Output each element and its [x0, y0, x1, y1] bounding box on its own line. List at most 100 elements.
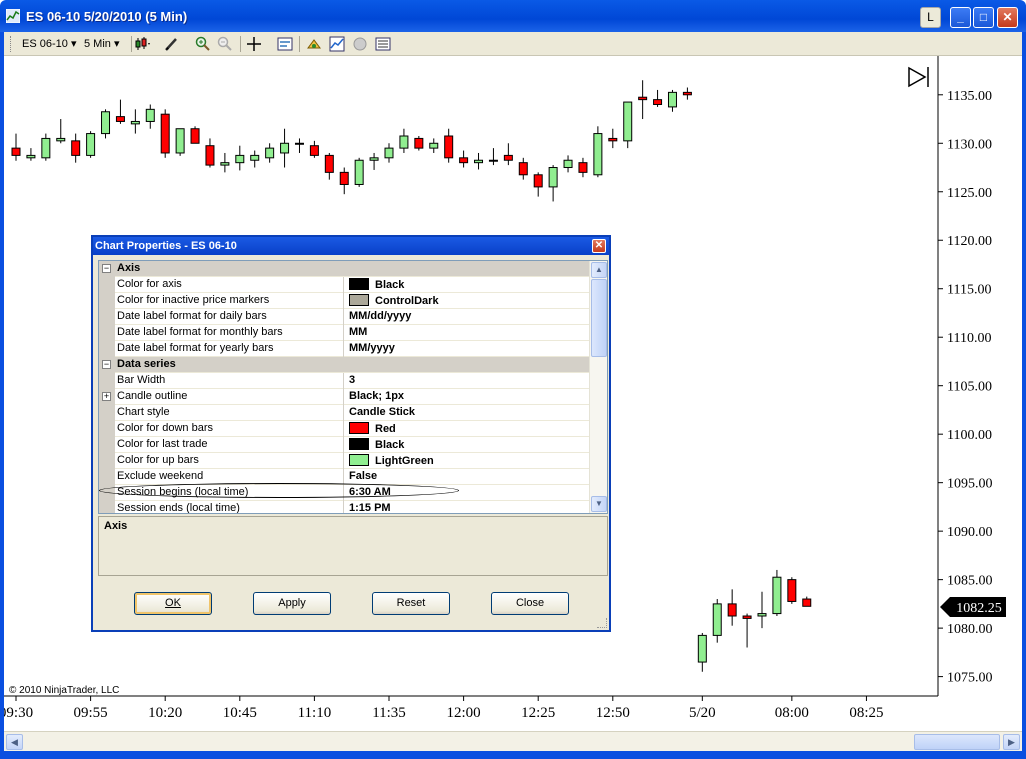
toolbar-grip[interactable] — [10, 36, 13, 52]
down-candle — [503, 154, 513, 161]
x-tick-label: 12:50 — [596, 705, 630, 721]
apply-button[interactable]: Apply — [253, 592, 331, 615]
property-row[interactable]: + Candle outline Black; 1px — [99, 389, 589, 405]
property-value[interactable]: ControlDark — [345, 293, 589, 309]
property-value-text: 1:15 PM — [349, 502, 391, 514]
link-button[interactable]: L — [920, 7, 941, 28]
property-name: Date label format for yearly bars — [115, 341, 344, 357]
row-gutter — [99, 501, 115, 513]
property-value[interactable]: Black; 1px — [345, 389, 589, 405]
up-candle — [563, 159, 573, 169]
property-name: Color for last trade — [115, 437, 344, 453]
down-candle — [115, 116, 125, 122]
up-candle — [130, 120, 140, 125]
maximize-button[interactable]: □ — [973, 7, 994, 28]
y-tick-label: 1100.00 — [947, 428, 992, 443]
collapse-icon[interactable]: − — [102, 264, 111, 273]
x-tick-label: 12:25 — [521, 705, 555, 721]
y-tick-label: 1095.00 — [947, 477, 993, 492]
resize-grip[interactable] — [597, 618, 607, 628]
strategy-icon[interactable] — [306, 36, 322, 52]
property-row[interactable]: Session ends (local time) 1:15 PM — [99, 501, 589, 514]
dialog-titlebar[interactable]: Chart Properties - ES 06-10 ✕ — [93, 237, 609, 255]
property-row[interactable]: Color for down bars Red — [99, 421, 589, 437]
property-name: Color for down bars — [115, 421, 344, 437]
instrument-selector[interactable]: ES 06-10 ▾ — [22, 37, 76, 50]
collapse-icon[interactable]: − — [102, 360, 111, 369]
row-gutter — [99, 341, 115, 357]
scroll-left-button[interactable]: ◀ — [6, 734, 23, 750]
toolbar-separator — [240, 36, 241, 52]
property-row[interactable]: Bar Width 3 — [99, 373, 589, 389]
interval-selector[interactable]: 5 Min ▾ — [84, 37, 120, 50]
toolbar-separator — [131, 36, 132, 52]
x-tick-label: 10:45 — [223, 705, 257, 721]
down-candle — [682, 91, 692, 96]
property-row[interactable]: Color for up bars LightGreen — [99, 453, 589, 469]
scroll-thumb[interactable] — [591, 279, 607, 357]
property-value-text: MM — [349, 326, 368, 338]
interval-label: 5 Min — [84, 38, 111, 50]
data-box-icon[interactable] — [375, 36, 391, 52]
color-swatch — [349, 294, 369, 306]
property-value-text: MM/dd/yyyy — [349, 310, 412, 322]
property-row[interactable]: Chart style Candle Stick — [99, 405, 589, 421]
bar-type-icon[interactable] — [135, 36, 151, 52]
property-value[interactable]: Candle Stick — [345, 405, 589, 421]
property-value[interactable]: 3 — [345, 373, 589, 389]
property-row[interactable]: Color for inactive price markers ControlD… — [99, 293, 589, 309]
ok-button[interactable]: OK — [134, 592, 212, 615]
dialog-close-button[interactable]: ✕ — [592, 239, 606, 253]
close-button[interactable]: ✕ — [997, 7, 1018, 28]
scroll-thumb[interactable] — [914, 734, 1000, 750]
y-tick-label: 1120.00 — [947, 234, 992, 249]
property-grid-scrollbar[interactable]: ▲ ▼ — [589, 261, 607, 513]
description-title: Axis — [104, 520, 128, 532]
status-circle-icon[interactable] — [352, 36, 368, 52]
instrument-label: ES 06-10 — [22, 38, 68, 50]
drawing-tool-icon[interactable] — [164, 36, 180, 52]
property-row[interactable]: Date label format for yearly bars MM/yyyy — [99, 341, 589, 357]
expand-icon[interactable]: + — [102, 392, 111, 401]
y-tick-label: 1110.00 — [947, 331, 991, 346]
property-row[interactable]: Color for axis Black — [99, 277, 589, 293]
property-value[interactable]: Black — [345, 437, 589, 453]
property-row[interactable]: Color for last trade Black — [99, 437, 589, 453]
up-candle — [41, 137, 51, 159]
property-value[interactable]: Red — [345, 421, 589, 437]
crosshair-icon[interactable] — [246, 36, 262, 52]
property-grid[interactable]: − Axis Color for axis Black Color for inacti… — [98, 260, 608, 514]
down-candle — [742, 615, 752, 619]
property-value[interactable]: MM/dd/yyyy — [345, 309, 589, 325]
scroll-down-button[interactable]: ▼ — [591, 496, 607, 512]
property-value[interactable]: LightGreen — [345, 453, 589, 469]
property-row[interactable]: Date label format for monthly bars MM — [99, 325, 589, 341]
minimize-button[interactable]: _ — [950, 7, 971, 28]
property-value[interactable]: 1:15 PM — [345, 501, 589, 514]
y-tick-label: 1075.00 — [947, 671, 993, 686]
chart-horizontal-scrollbar[interactable]: ◀ ▶ — [4, 731, 1022, 751]
color-swatch — [349, 438, 369, 450]
y-tick-label: 1130.00 — [947, 137, 992, 152]
reset-button[interactable]: Reset — [372, 592, 450, 615]
property-value[interactable]: Black — [345, 277, 589, 293]
property-row[interactable]: Date label format for daily bars MM/dd/yy… — [99, 309, 589, 325]
y-tick-label: 1080.00 — [947, 622, 993, 637]
property-value[interactable]: MM/yyyy — [345, 341, 589, 357]
properties-icon[interactable] — [277, 36, 293, 52]
x-tick-label: 5/20 — [689, 705, 716, 721]
property-value[interactable]: False — [345, 469, 589, 485]
up-candle — [474, 159, 484, 164]
scroll-right-button[interactable]: ▶ — [1003, 734, 1020, 750]
row-gutter — [99, 453, 115, 469]
up-candle — [101, 111, 111, 135]
property-category[interactable]: − Data series — [99, 357, 589, 373]
zoom-out-icon[interactable] — [217, 36, 233, 52]
property-value[interactable]: MM — [345, 325, 589, 341]
indicators-icon[interactable] — [329, 36, 345, 52]
scroll-up-button[interactable]: ▲ — [591, 262, 607, 278]
close-dialog-button[interactable]: Close — [491, 592, 569, 615]
window-titlebar[interactable]: ES 06-10 5/20/2010 (5 Min) L _ □ ✕ — [0, 0, 1026, 32]
property-category[interactable]: − Axis — [99, 261, 589, 277]
zoom-in-icon[interactable] — [195, 36, 211, 52]
